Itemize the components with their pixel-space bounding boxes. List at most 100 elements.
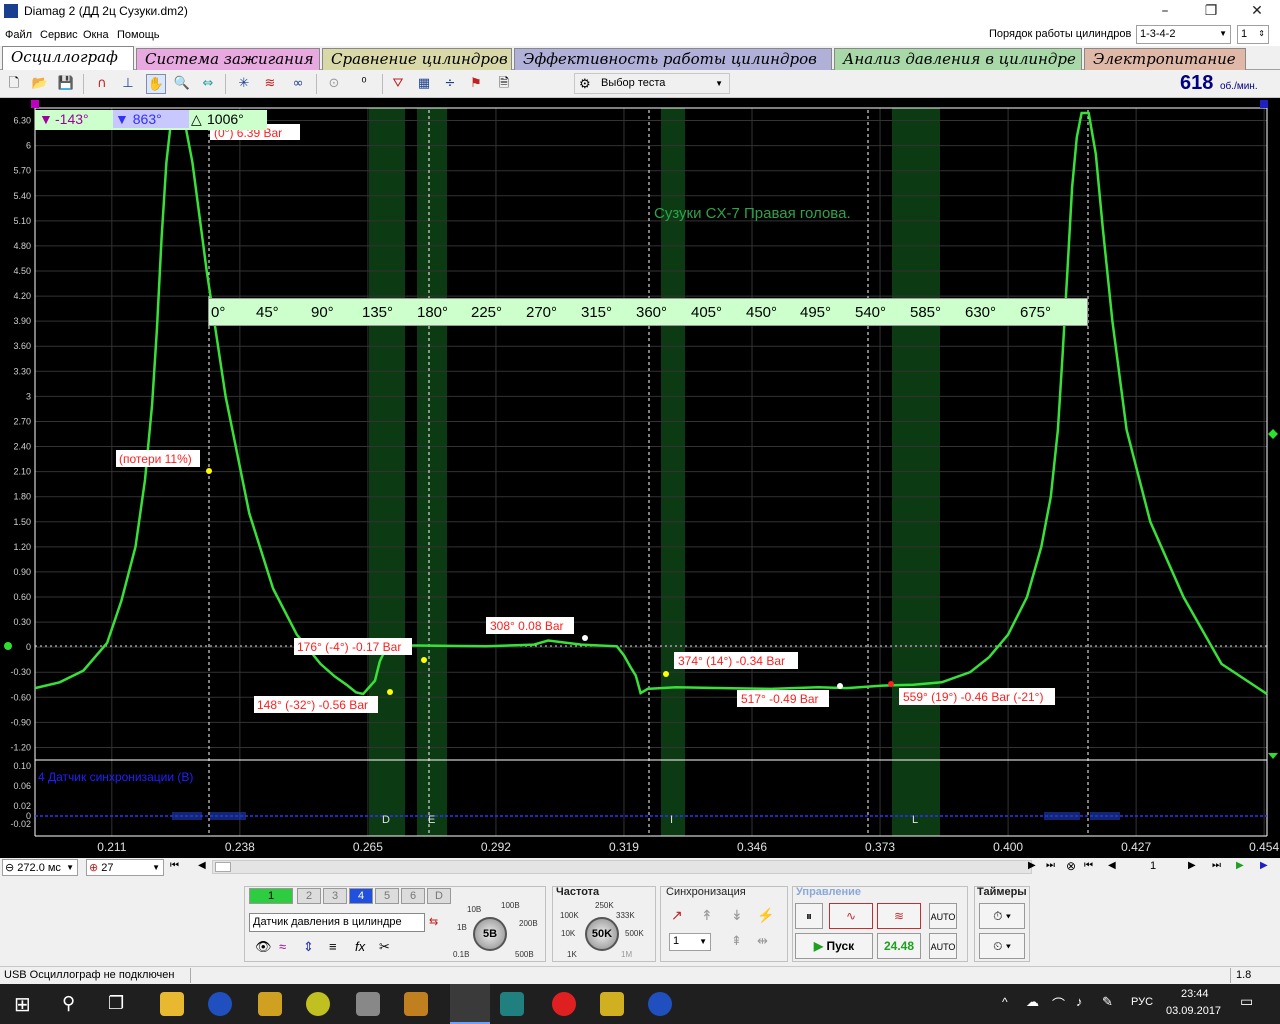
- next-icon[interactable]: ▶: [1028, 860, 1036, 871]
- menu-windows[interactable]: Окна: [83, 29, 109, 41]
- last-icon[interactable]: ⏭: [1046, 860, 1055, 871]
- frame-prev-icon[interactable]: ◀: [1108, 860, 1116, 871]
- test-select[interactable]: ⚙ Выбор теста ▼: [574, 73, 730, 94]
- auto-record-button[interactable]: AUTO: [929, 933, 957, 959]
- tools-icon[interactable]: ✂: [379, 939, 390, 955]
- maximize-button[interactable]: ❐: [1188, 0, 1234, 24]
- app-help-icon[interactable]: [600, 992, 624, 1016]
- function-icon[interactable]: fx: [355, 939, 365, 954]
- hand-tool-icon[interactable]: ✋: [146, 74, 166, 94]
- app-tool-icon[interactable]: [258, 992, 282, 1016]
- overlay-icon[interactable]: ∞: [288, 74, 308, 94]
- channel-1-button[interactable]: 1: [249, 888, 293, 904]
- sync-level-icon[interactable]: ⇞: [731, 933, 742, 949]
- app-globe2-icon[interactable]: [648, 992, 672, 1016]
- offset-icon[interactable]: ⇕: [303, 939, 314, 955]
- sync-channel-select[interactable]: 1 ▼: [669, 933, 711, 951]
- search-icon[interactable]: ⚲: [62, 993, 75, 1014]
- keyboard-language[interactable]: РУС: [1131, 996, 1153, 1008]
- eye-icon[interactable]: 👁: [255, 939, 272, 955]
- opera-icon[interactable]: [552, 992, 576, 1016]
- sync-down-icon[interactable]: ↡: [731, 907, 743, 924]
- clock-date[interactable]: 03.09.2017: [1166, 1005, 1221, 1017]
- channel-d-button[interactable]: D: [427, 888, 451, 904]
- task-view-icon[interactable]: ❐: [108, 993, 124, 1014]
- lines-icon[interactable]: ≡: [329, 939, 337, 954]
- sensor-swap-icon[interactable]: ⇆: [429, 915, 438, 928]
- invert-icon[interactable]: ≈: [279, 939, 286, 954]
- timer-button-1[interactable]: ⏱ ▾: [979, 903, 1025, 929]
- save-icon[interactable]: 💾: [56, 74, 76, 94]
- frequency-knob[interactable]: 50K: [585, 917, 619, 951]
- diamag-task-icon[interactable]: [450, 984, 490, 1024]
- tray-network-icon[interactable]: ⌒: [1052, 994, 1065, 1013]
- cursor-tool-icon[interactable]: ⊥: [118, 74, 138, 94]
- split-icon[interactable]: ÷: [440, 74, 460, 94]
- tab-pressure-analysis[interactable]: Анализ давления в цилиндре: [834, 48, 1082, 70]
- tab-power-supply[interactable]: Электропитание: [1084, 48, 1246, 70]
- menu-file[interactable]: Файл: [5, 29, 32, 41]
- grid-icon[interactable]: ▦: [414, 74, 434, 94]
- tab-oscilloscope[interactable]: Осциллограф: [2, 46, 134, 70]
- app-device-icon[interactable]: [356, 992, 380, 1016]
- cursor-a-handle[interactable]: [31, 100, 39, 108]
- scrollbar-thumb[interactable]: [215, 862, 231, 872]
- new-file-icon[interactable]: 🗋: [4, 74, 24, 94]
- oscilloscope-plot[interactable]: 6.30 6 5.70 5.40 5.10 4.80 4.50 4.20 3.90 3.60 3.3…: [0, 98, 1280, 858]
- sensor-select[interactable]: Датчик давления в цилиндре: [249, 913, 425, 932]
- measure-icon[interactable]: ✳: [234, 74, 254, 94]
- tab-cylinder-efficiency[interactable]: Эффективность работы цилиндров: [514, 48, 832, 70]
- start-icon[interactable]: ⊞: [14, 992, 31, 1017]
- auto-icon[interactable]: ⊙: [324, 74, 344, 94]
- tray-volume-icon[interactable]: ♪: [1076, 994, 1083, 1009]
- noise-button[interactable]: ≋: [877, 903, 921, 929]
- menu-help[interactable]: Помощь: [117, 29, 160, 41]
- frame-first-icon[interactable]: ⏮: [1084, 860, 1093, 871]
- sync-shift-icon[interactable]: ⇹: [757, 933, 768, 949]
- channel-5-button[interactable]: 5: [375, 888, 399, 904]
- flag-icon[interactable]: ⚑: [466, 74, 486, 94]
- pause-button[interactable]: ⏸: [795, 903, 823, 929]
- timer-button-2[interactable]: ⏲ ▾: [979, 933, 1025, 959]
- tray-chevron-icon[interactable]: ^: [1002, 995, 1008, 1009]
- open-folder-icon[interactable]: 📂: [30, 74, 50, 94]
- channel-6-button[interactable]: 6: [401, 888, 425, 904]
- cylinder-number-select[interactable]: 1 ⇕: [1237, 25, 1269, 44]
- oscilloscope-view[interactable]: 6.30 6 5.70 5.40 5.10 4.80 4.50 4.20 3.90 3.60 3.3…: [0, 98, 1280, 858]
- auto-button[interactable]: AUTO: [929, 903, 957, 929]
- voltage-knob[interactable]: 5В: [473, 917, 507, 951]
- filter-icon[interactable]: ⛛: [388, 74, 408, 94]
- sync-up-icon[interactable]: ↟: [701, 907, 713, 924]
- sync-auto-icon[interactable]: ⚡: [757, 907, 774, 924]
- app-globe-icon[interactable]: [208, 992, 232, 1016]
- curve-tool-icon[interactable]: ∩: [92, 74, 112, 94]
- channel-4-button[interactable]: 4: [349, 888, 373, 904]
- clock-time[interactable]: 23:44: [1181, 988, 1209, 1000]
- explorer-icon[interactable]: [160, 992, 184, 1016]
- first-page-icon[interactable]: ⏮: [170, 860, 179, 871]
- app-car-icon[interactable]: [404, 992, 428, 1016]
- channel-2-button[interactable]: 2: [297, 888, 321, 904]
- tab-cylinder-compare[interactable]: Сравнение цилиндров: [322, 48, 512, 70]
- waves-icon[interactable]: ≋: [260, 74, 280, 94]
- minimize-button[interactable]: –: [1142, 0, 1188, 24]
- app-plus-icon[interactable]: [306, 992, 330, 1016]
- play-icon[interactable]: ▶: [1236, 860, 1244, 871]
- document-icon[interactable]: 🗎: [494, 74, 514, 94]
- cursor-b-handle[interactable]: [1260, 100, 1268, 108]
- close-button[interactable]: ✕: [1234, 0, 1280, 24]
- zero-offset-icon[interactable]: ⁰: [354, 74, 374, 94]
- horizontal-scrollbar[interactable]: [212, 860, 1032, 874]
- frame-last-icon[interactable]: ⏭: [1212, 860, 1221, 871]
- tray-cloud-icon[interactable]: ☁: [1026, 994, 1039, 1010]
- prev-page-icon[interactable]: ◀: [198, 860, 206, 871]
- cylinder-order-select[interactable]: 1-3-4-2 ▼: [1136, 25, 1231, 44]
- frame-next-icon[interactable]: ▶: [1188, 860, 1196, 871]
- channel-3-button[interactable]: 3: [323, 888, 347, 904]
- fit-icon[interactable]: ⇔: [198, 74, 218, 94]
- start-button[interactable]: ▶ Пуск: [795, 933, 873, 959]
- zoom-icon[interactable]: 🔍: [172, 74, 192, 94]
- time-scale-select[interactable]: ⊖ 272.0 мс ▼: [2, 859, 78, 876]
- zoom-select[interactable]: ⊕ 27 ▼: [86, 859, 164, 876]
- rising-edge-icon[interactable]: ↗: [671, 907, 683, 924]
